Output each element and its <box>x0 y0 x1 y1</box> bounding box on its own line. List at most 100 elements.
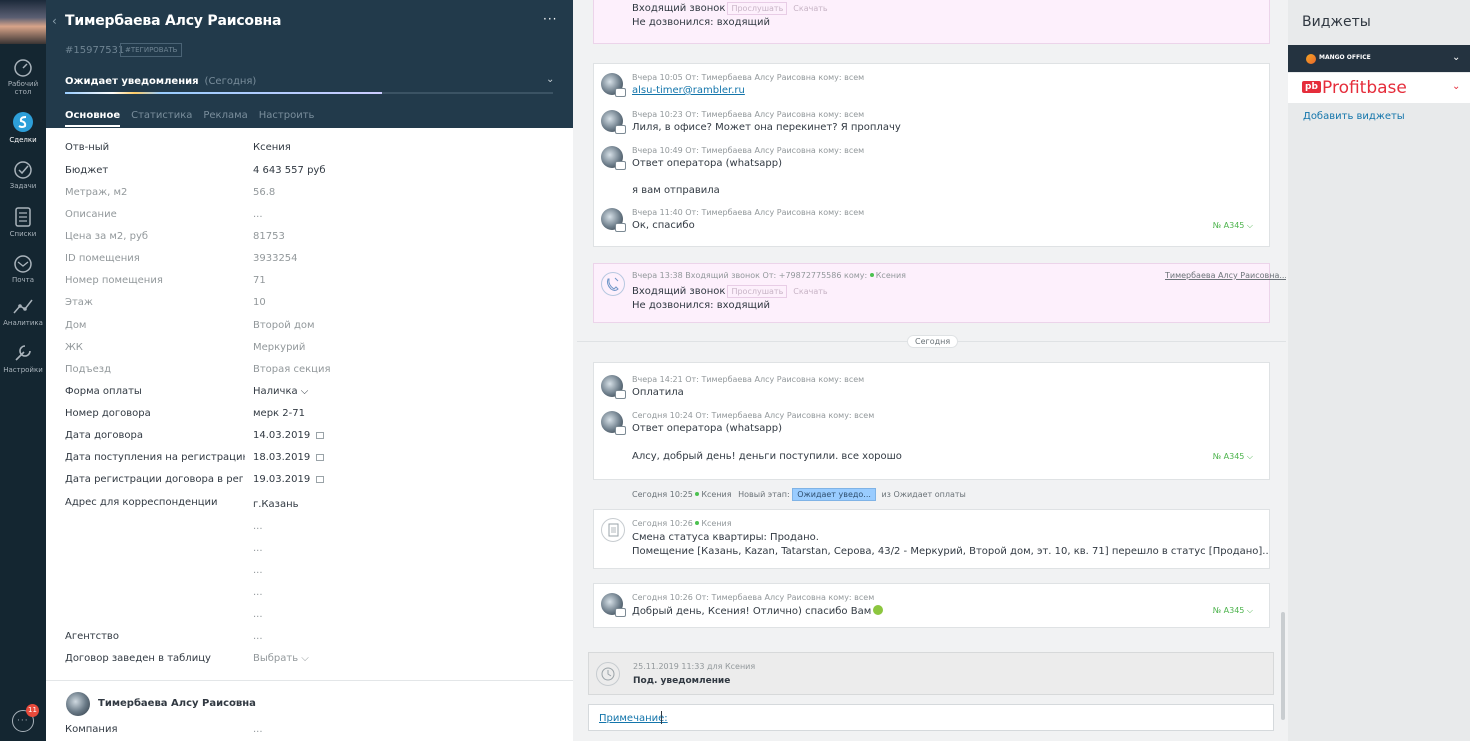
pipeline-status[interactable]: Ожидает уведомления (Сегодня) <box>65 76 256 87</box>
chevron-down-icon[interactable]: ⌄ <box>546 74 554 85</box>
lists-icon <box>15 207 31 227</box>
message-meta: Вчера 10:49 От: Тимербаева Алсу Раисовна… <box>632 146 865 155</box>
nav-tasks[interactable]: Задачи <box>0 160 46 190</box>
chat-number-dropdown[interactable]: № А345 ⌵ <box>1213 221 1253 231</box>
calendar-icon[interactable] <box>316 432 325 439</box>
chat-icon[interactable]: ··· 11 <box>12 704 39 732</box>
deals-icon <box>13 112 33 132</box>
nav-deals[interactable]: Сделки <box>0 110 46 144</box>
field-value[interactable]: Второй дом <box>253 320 315 331</box>
listen-button[interactable]: Прослушать <box>727 2 788 15</box>
date-field[interactable]: 18.03.2019 <box>253 452 325 463</box>
field-value[interactable]: 81753 <box>253 231 285 242</box>
feed-scrollbar[interactable] <box>1281 612 1285 720</box>
calendar-icon[interactable] <box>316 454 325 461</box>
profitbase-widget[interactable]: pb Profitbase ⌄ <box>1288 73 1470 103</box>
back-icon[interactable]: ‹ <box>52 14 57 28</box>
field-value[interactable]: Ксения <box>253 142 291 153</box>
field-label: Договор заведен в таблицу <box>65 653 211 664</box>
nav-settings-label: Настройки <box>3 366 43 374</box>
field-select[interactable]: Выбрать ⌵ <box>253 653 309 664</box>
tag-button[interactable]: #ТЕГИРОВАТЬ <box>120 43 183 57</box>
date-value: 18.03.2019 <box>253 452 311 463</box>
field-value[interactable]: мерк 2-71 <box>253 408 305 419</box>
field-label: Адрес для корреспонденции <box>65 497 218 508</box>
message-text: я вам отправила <box>632 185 720 196</box>
settings-wrench-icon <box>15 345 31 361</box>
tab-ads[interactable]: Реклама <box>203 110 247 127</box>
nav-settings[interactable]: Настройки <box>0 342 46 374</box>
contact-link[interactable]: Тимербаева Алсу Раисовна... <box>1165 271 1286 280</box>
field-value[interactable]: ... <box>253 609 263 620</box>
call-meta-text: Вчера 13:38 Входящий звонок От: +7987277… <box>632 271 868 280</box>
field-value[interactable]: ... <box>253 209 263 220</box>
call-status: Не дозвонился: входящий <box>632 300 770 311</box>
analytics-icon <box>13 299 33 314</box>
chat-number-dropdown[interactable]: № А345 ⌵ <box>1213 606 1253 616</box>
field-select[interactable]: Наличка ⌵ <box>253 386 308 397</box>
field-value[interactable]: 3933254 <box>253 253 298 264</box>
clock-icon[interactable] <box>596 662 620 686</box>
field-value[interactable]: Меркурий <box>253 342 305 353</box>
field-value[interactable]: ... <box>253 631 263 642</box>
call-status: Не дозвонился: входящий <box>632 17 770 28</box>
listen-button[interactable]: Прослушать <box>727 285 788 298</box>
tab-statistics[interactable]: Статистика <box>131 110 192 127</box>
card-title[interactable]: Тимербаева Алсу Раисовна <box>65 13 281 29</box>
email-link-text[interactable]: alsu-timer@rambler.ru <box>632 85 745 96</box>
date-field[interactable]: 14.03.2019 <box>253 430 325 441</box>
download-button[interactable]: Скачать <box>793 4 827 13</box>
chat-number-dropdown[interactable]: № А345 ⌵ <box>1213 452 1253 462</box>
message-meta: Вчера 11:40 От: Тимербаева Алсу Раисовна… <box>632 208 865 217</box>
chevron-down-icon[interactable]: ⌄ <box>1452 52 1460 63</box>
date-field[interactable]: 19.03.2019 <box>253 474 325 485</box>
contact-name[interactable]: Тимербаева Алсу Раисовна <box>98 698 256 709</box>
widgets-title: Виджеты <box>1302 14 1371 30</box>
message-text: Ответ оператора (whatsapp) <box>632 423 783 434</box>
field-value[interactable]: 56.8 <box>253 187 275 198</box>
field-value[interactable]: ... <box>253 521 263 532</box>
message-text: Добрый день, Ксения! Отлично) спасибо Ва… <box>632 605 884 617</box>
note-type-link[interactable]: Примечание: <box>599 713 668 724</box>
field-value[interactable]: 10 <box>253 297 266 308</box>
field-label: Номер помещения <box>65 275 163 286</box>
status-label: Ожидает уведомления <box>65 76 199 87</box>
tab-configure[interactable]: Настроить <box>259 110 315 127</box>
add-widgets-link[interactable]: Добавить виджеты <box>1303 111 1405 122</box>
calendar-icon[interactable] <box>316 476 325 483</box>
pipeline-progress-fill <box>65 92 383 94</box>
nav-dashboard[interactable]: Рабочий стол <box>0 58 46 96</box>
contact-menu-button[interactable]: ··· <box>234 697 244 708</box>
contact-avatar[interactable] <box>66 692 90 716</box>
note-compose[interactable]: Примечание: <box>588 704 1274 731</box>
mango-widget[interactable]: MANGO OFFICE ⌄ <box>1288 45 1470 72</box>
document-icon <box>601 518 625 542</box>
field-label: Номер договора <box>65 408 151 419</box>
online-dot <box>695 492 700 496</box>
field-value[interactable]: ... <box>253 587 263 598</box>
field-value[interactable]: ... <box>253 565 263 576</box>
chat-block: Сегодня 10:26 От: Тимербаева Алсу Раисов… <box>593 583 1270 628</box>
tab-main[interactable]: Основное <box>65 110 121 127</box>
field-label: Метраж, м2 <box>65 187 128 198</box>
message-text: Алсу, добрый день! деньги поступили. все… <box>632 451 902 462</box>
account-logo[interactable] <box>0 0 46 44</box>
download-button[interactable]: Скачать <box>793 287 827 296</box>
field-value[interactable]: ... <box>253 543 263 554</box>
field-value[interactable]: 71 <box>253 275 266 286</box>
field-value[interactable]: 4 643 557 руб <box>253 165 326 176</box>
nav-analytics[interactable]: Аналитика <box>0 297 46 327</box>
chevron-down-icon[interactable]: ⌄ <box>1452 81 1460 92</box>
field-value[interactable]: ... <box>253 724 263 735</box>
field-value[interactable]: г.Казань <box>253 499 299 510</box>
profitbase-name: Profitbase <box>1322 78 1407 98</box>
email-link[interactable]: alsu-timer@rambler.ru <box>632 85 745 96</box>
nav-mail[interactable]: Почта <box>0 254 46 284</box>
nav-lists[interactable]: Списки <box>0 206 46 238</box>
field-label: Цена за м2, руб <box>65 231 149 242</box>
card-menu-button[interactable]: ··· <box>543 12 557 26</box>
field-value[interactable]: Вторая секция <box>253 364 331 375</box>
mail-icon <box>14 255 32 273</box>
status-when: (Сегодня) <box>204 76 257 87</box>
event-from: из Ожидает оплаты <box>881 490 966 499</box>
